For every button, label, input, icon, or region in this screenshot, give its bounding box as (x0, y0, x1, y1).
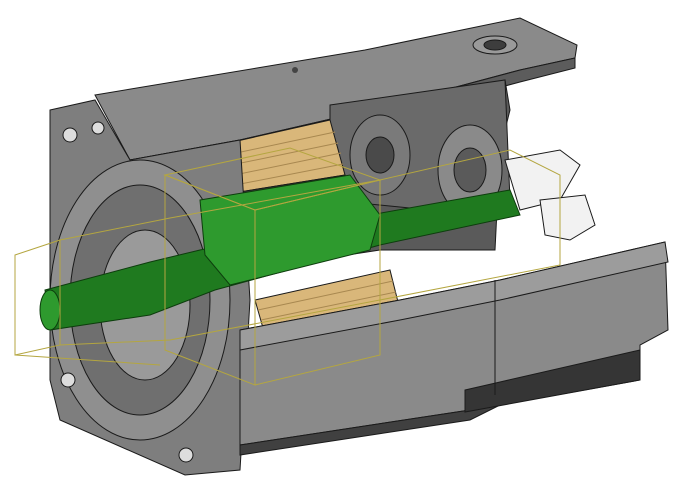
bolt-hole-icon (178, 447, 194, 463)
bolt-hole-icon (91, 121, 105, 135)
bolt-hole-icon (62, 127, 78, 143)
shaft-end-icon (39, 289, 61, 331)
screw-hole-icon (292, 67, 298, 73)
cad-viewport[interactable] (0, 0, 697, 498)
motor-cutaway-drawing (0, 0, 697, 498)
bolt-hole-icon (60, 372, 76, 388)
